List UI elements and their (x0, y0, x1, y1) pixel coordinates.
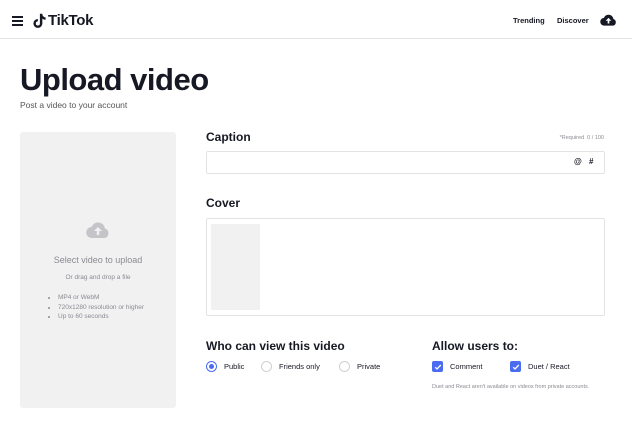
mention-icon[interactable]: @ (574, 157, 582, 166)
top-navbar: TikTok Trending Discover (0, 0, 632, 39)
checkbox-label: Comment (450, 362, 483, 371)
cover-thumbnail[interactable] (211, 224, 260, 310)
radio-selected-icon (206, 361, 217, 372)
upload-cloud-icon[interactable] (600, 13, 617, 27)
requirement-item: MP4 or WebM (58, 293, 144, 303)
radio-label: Private (357, 362, 381, 371)
radio-empty-icon (339, 361, 350, 372)
caption-counter: 0 / 100 (587, 135, 604, 141)
visibility-public-radio[interactable]: Public (206, 361, 244, 372)
checkbox-label: Duet / React (528, 362, 570, 371)
page-subtitle: Post a video to your account (20, 100, 128, 110)
video-upload-dropzone[interactable]: Select video to upload Or drag and drop … (20, 132, 176, 408)
dropzone-subtitle: Or drag and drop a file (65, 274, 131, 281)
upload-cloud-icon (86, 222, 109, 239)
hashtag-icon[interactable]: # (589, 157, 593, 166)
visibility-label: Who can view this video (206, 339, 345, 353)
checkbox-checked-icon (432, 361, 443, 372)
allow-duet-checkbox[interactable]: Duet / React (510, 361, 570, 372)
allow-comment-checkbox[interactable]: Comment (432, 361, 483, 372)
visibility-friends-radio[interactable]: Friends only (261, 361, 320, 372)
allow-note: Duet and React aren't available on video… (432, 384, 590, 390)
tiktok-logo[interactable]: TikTok (33, 12, 93, 29)
caption-field[interactable] (206, 151, 605, 174)
caption-meta: *Required 0 / 100 (540, 135, 604, 141)
caption-label: Caption (206, 130, 251, 144)
caption-input[interactable] (207, 152, 547, 173)
requirement-item: 720x1280 resolution or higher (58, 303, 144, 313)
nav-trending-link[interactable]: Trending (513, 16, 545, 25)
tiktok-note-icon (33, 13, 46, 28)
allow-label: Allow users to: (432, 339, 519, 353)
radio-label: Public (224, 362, 245, 371)
nav-discover-link[interactable]: Discover (557, 16, 589, 25)
requirements-list: MP4 or WebM 720x1280 resolution or highe… (52, 293, 144, 322)
dropzone-title: Select video to upload (53, 255, 143, 265)
radio-empty-icon (261, 361, 272, 372)
logo-text: TikTok (48, 12, 94, 29)
checkbox-checked-icon (510, 361, 521, 372)
radio-label: Friends only (279, 362, 320, 371)
cover-selector (206, 218, 605, 316)
required-note: *Required (559, 135, 585, 141)
visibility-private-radio[interactable]: Private (339, 361, 380, 372)
cover-label: Cover (206, 196, 241, 210)
menu-icon[interactable] (12, 16, 23, 26)
requirement-item: Up to 60 seconds (58, 312, 144, 322)
page-title: Upload video (20, 62, 209, 97)
